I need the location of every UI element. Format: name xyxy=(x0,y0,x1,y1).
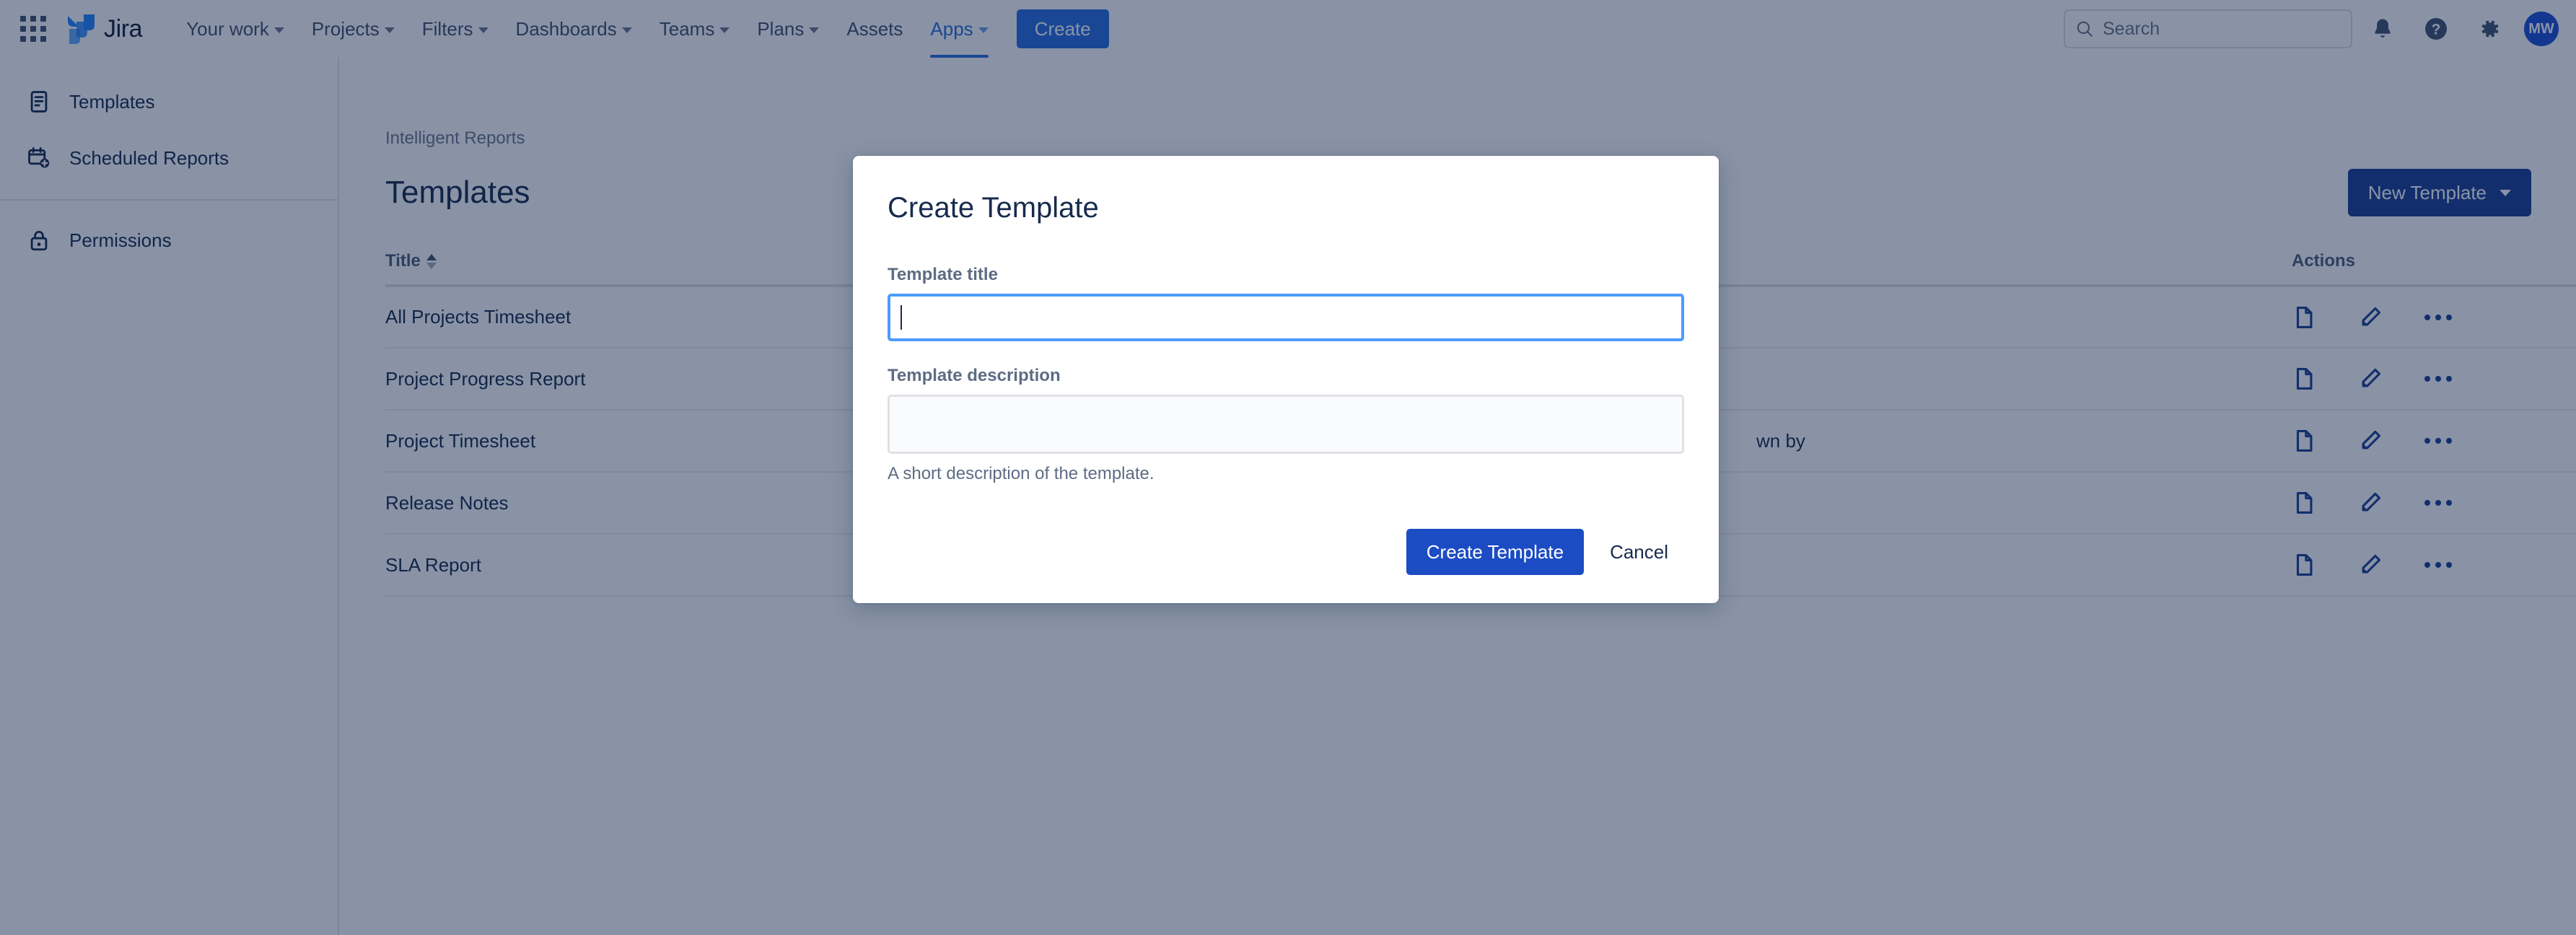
cancel-button[interactable]: Cancel xyxy=(1594,529,1684,575)
template-title-label: Template title xyxy=(888,265,1684,285)
template-title-input[interactable] xyxy=(888,294,1684,341)
modal-title: Create Template xyxy=(888,192,1684,224)
template-description-label: Template description xyxy=(888,366,1684,386)
create-template-submit-button[interactable]: Create Template xyxy=(1406,529,1584,575)
create-template-modal: Create Template Template title Template … xyxy=(853,156,1719,603)
text-cursor xyxy=(901,305,902,330)
jira-templates-page: Jira Your work Projects Filters Dashboar… xyxy=(0,0,2576,935)
template-description-input[interactable] xyxy=(888,395,1684,454)
modal-footer: Create Template Cancel xyxy=(888,529,1684,575)
description-help-text: A short description of the template. xyxy=(888,464,1684,484)
